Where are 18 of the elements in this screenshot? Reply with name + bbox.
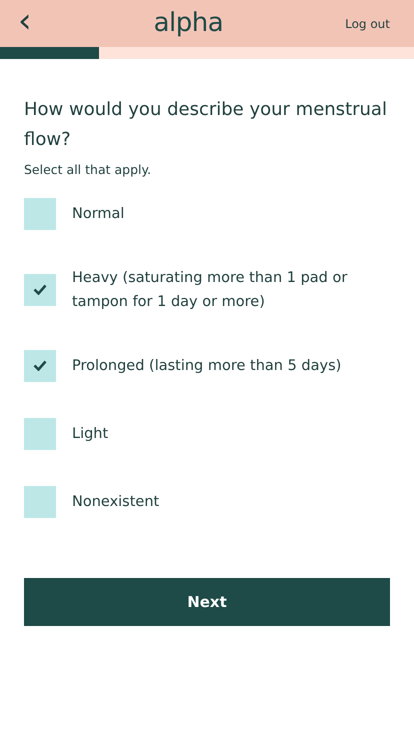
option-label: Prolonged (lasting more than 5 days) xyxy=(72,356,342,376)
checkbox[interactable] xyxy=(24,274,56,306)
next-button[interactable]: Next xyxy=(24,578,390,626)
option-label: Heavy (saturating more than 1 pad or tampon for 1 day or more) xyxy=(72,268,348,312)
checkbox[interactable] xyxy=(24,418,56,450)
checkbox[interactable] xyxy=(24,486,56,518)
option-label: Light xyxy=(72,424,108,444)
checkbox[interactable] xyxy=(24,350,56,382)
check-icon xyxy=(33,360,47,372)
checkbox[interactable] xyxy=(24,198,56,230)
question-text: How would you describe your menstrual flow? xyxy=(24,98,388,152)
hint-text: Select all that apply. xyxy=(24,161,152,179)
back-button[interactable]: ‹ xyxy=(0,4,32,44)
option-label: Normal xyxy=(72,204,124,224)
check-icon xyxy=(33,284,47,296)
logo: alpha xyxy=(154,7,224,40)
logout-link[interactable]: Log out xyxy=(345,14,414,32)
option-label: Nonexistent xyxy=(72,492,160,512)
